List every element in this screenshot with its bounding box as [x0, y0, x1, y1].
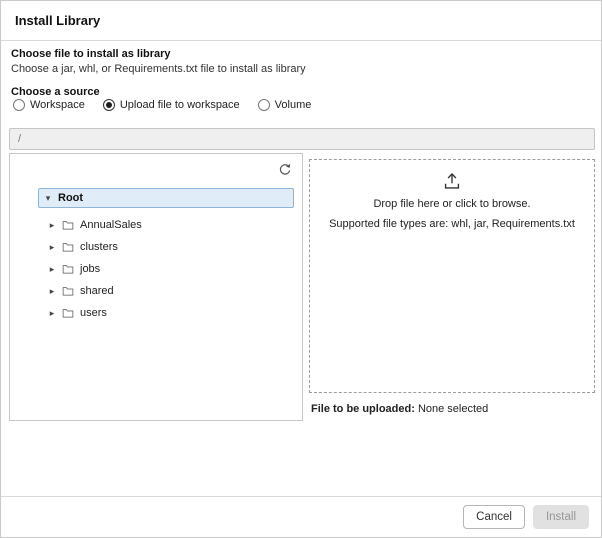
caret-right-icon[interactable]: ▸: [48, 286, 56, 296]
radio-circle-upload: [102, 99, 115, 111]
caret-right-icon[interactable]: ▸: [48, 264, 56, 274]
tree-item-shared[interactable]: ▸ shared: [10, 280, 302, 302]
dialog-title: Install Library: [15, 13, 101, 28]
folder-icon: [62, 307, 74, 319]
tree-item-users[interactable]: ▸ users: [10, 302, 302, 324]
file-dropzone[interactable]: Drop file here or click to browse. Suppo…: [309, 159, 595, 393]
tree-item-root[interactable]: ▾ Root: [38, 188, 294, 208]
folder-icon: [62, 241, 74, 253]
caret-right-icon[interactable]: ▸: [48, 308, 56, 318]
file-section-heading: Choose file to install as library: [11, 48, 171, 60]
radio-label: Volume: [274, 99, 312, 111]
radio-workspace[interactable]: Workspace: [13, 99, 85, 111]
file-status-label: File to be uploaded:: [311, 403, 415, 415]
dialog-header: Install Library: [1, 1, 601, 41]
tree-item-label: shared: [80, 285, 114, 297]
tree-item-annualsales[interactable]: ▸ AnnualSales: [10, 214, 302, 236]
tree-children: ▸ AnnualSales ▸ clusters ▸ jobs ▸ shared…: [10, 214, 302, 324]
tree-item-label: AnnualSales: [80, 219, 142, 231]
tree-item-label: users: [80, 307, 107, 319]
radio-volume[interactable]: Volume: [257, 99, 312, 111]
radio-label: Upload file to workspace: [119, 99, 240, 111]
caret-right-icon[interactable]: ▸: [48, 220, 56, 230]
tree-item-clusters[interactable]: ▸ clusters: [10, 236, 302, 258]
file-status-value: None selected: [417, 403, 489, 415]
caret-down-icon[interactable]: ▾: [44, 193, 52, 203]
path-input[interactable]: /: [9, 128, 595, 150]
radio-label: Workspace: [30, 99, 85, 111]
caret-right-icon[interactable]: ▸: [48, 242, 56, 252]
folder-icon: [62, 219, 74, 231]
upload-panel: Drop file here or click to browse. Suppo…: [309, 153, 595, 421]
tree-item-label: Root: [58, 192, 84, 204]
file-section-subheading: Choose a jar, whl, or Requirements.txt f…: [11, 63, 306, 75]
radio-circle-volume: [257, 99, 270, 111]
dropzone-primary-text: Drop file here or click to browse.: [373, 198, 531, 210]
workspace-browser-panel: ▾ Root ▸ AnnualSales ▸ clusters ▸ jobs ▸…: [9, 153, 303, 421]
path-value: /: [18, 133, 22, 145]
folder-icon: [62, 285, 74, 297]
install-button[interactable]: Install: [532, 505, 589, 529]
refresh-icon: [279, 163, 291, 175]
folder-icon: [62, 263, 74, 275]
install-library-dialog: Install Library Choose file to install a…: [0, 0, 602, 538]
upload-icon: [444, 172, 460, 189]
tree-item-label: jobs: [80, 263, 101, 275]
cancel-button[interactable]: Cancel: [463, 505, 525, 529]
source-section-heading: Choose a source: [11, 86, 100, 98]
file-upload-status: File to be uploaded: None selected: [311, 403, 488, 415]
radio-circle-workspace: [13, 99, 25, 111]
source-radio-group: Workspace Upload file to workspace Volum…: [13, 99, 591, 111]
dropzone-supported-types: Supported file types are: whl, jar, Requ…: [329, 218, 575, 230]
tree-item-label: clusters: [80, 241, 118, 253]
radio-upload-file[interactable]: Upload file to workspace: [102, 99, 240, 111]
dialog-footer: Cancel Install: [1, 496, 601, 537]
refresh-button[interactable]: [277, 161, 293, 177]
tree-item-jobs[interactable]: ▸ jobs: [10, 258, 302, 280]
